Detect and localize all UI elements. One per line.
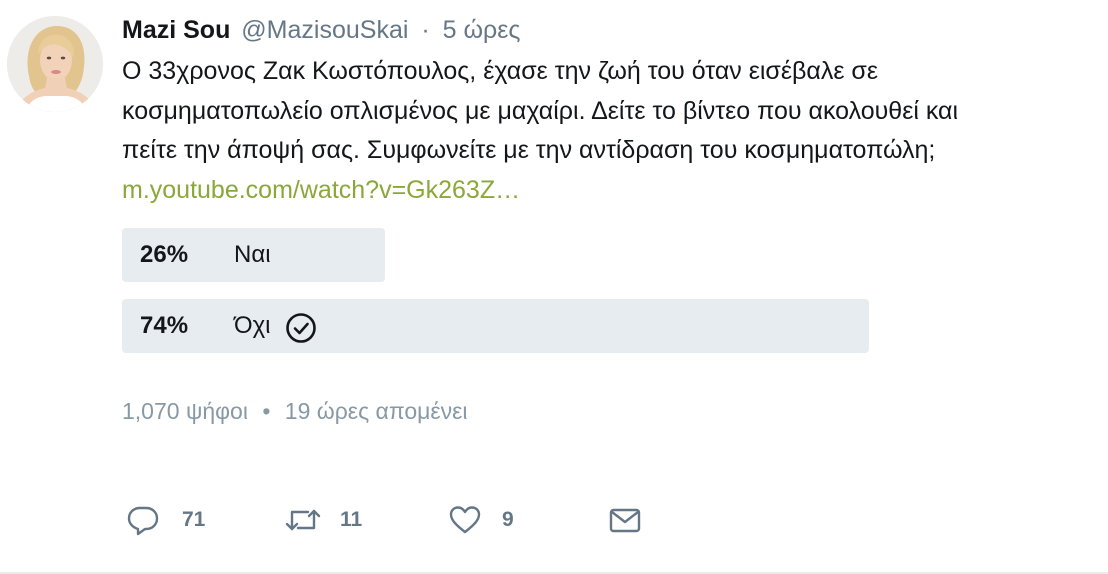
header-separator: · — [421, 16, 430, 44]
tweet-text: Ο 33χρονος Ζακ Κωστόπουλος, έχασε την ζω… — [122, 52, 1082, 210]
like-icon — [448, 503, 482, 537]
like-count: 9 — [502, 508, 514, 531]
poll-option-label: 26% Ναι — [140, 228, 271, 282]
like-button[interactable]: 9 — [448, 500, 514, 540]
retweet-icon — [284, 503, 322, 537]
reply-button[interactable]: 71 — [126, 500, 205, 540]
tweet-header: Mazi Sou @MazisouSkai · 5 ώρες — [122, 14, 520, 46]
reply-count: 71 — [182, 508, 206, 531]
tweet-text-line: Ο 33χρονος Ζακ Κωστόπουλος, έχασε την ζω… — [122, 57, 878, 85]
poll-percent: 26% — [140, 241, 189, 268]
poll-option-no: 74% Όχι — [122, 299, 882, 353]
tweet-timestamp[interactable]: 5 ώρες — [443, 16, 521, 44]
tweet-text-line: κοσμηματοπωλείο οπλισμένος με μαχαίρι. Δ… — [122, 96, 959, 125]
poll-option-yes: 26% Ναι — [122, 228, 882, 282]
direct-message-button[interactable] — [608, 500, 642, 540]
retweet-count: 11 — [340, 508, 363, 531]
poll-meta: 1,070 ψήφοι • 19 ώρες απομένει — [122, 395, 468, 427]
message-icon — [608, 503, 642, 537]
poll-percent: 74% — [140, 312, 189, 339]
poll-choice-text: Ναι — [234, 241, 271, 268]
retweet-button[interactable]: 11 — [284, 500, 362, 540]
poll-votes: 1,070 ψήφοι — [122, 398, 248, 424]
check-circle-icon — [285, 310, 317, 343]
poll-option-label: 74% Όχι — [140, 299, 317, 353]
poll-choice-text: Όχι — [234, 312, 271, 339]
avatar[interactable] — [7, 16, 103, 112]
tweet-actions: 71 11 9 — [126, 500, 686, 540]
tweet: Mazi Sou @MazisouSkai · 5 ώρες Ο 33χρονο… — [0, 0, 1108, 574]
tweet-text-line: πείτε την άποψή σας. Συμφωνείτε με την α… — [122, 136, 936, 164]
avatar-image — [7, 16, 103, 112]
user-handle[interactable]: @MazisouSkai — [241, 16, 408, 44]
display-name[interactable]: Mazi Sou — [122, 16, 230, 44]
poll-time-remaining: 19 ώρες απομένει — [284, 398, 468, 424]
tweet-link[interactable]: m.youtube.com/watch?v=Gk263Z… — [122, 171, 1082, 211]
poll-meta-separator: • — [262, 398, 271, 424]
reply-icon — [126, 503, 160, 537]
